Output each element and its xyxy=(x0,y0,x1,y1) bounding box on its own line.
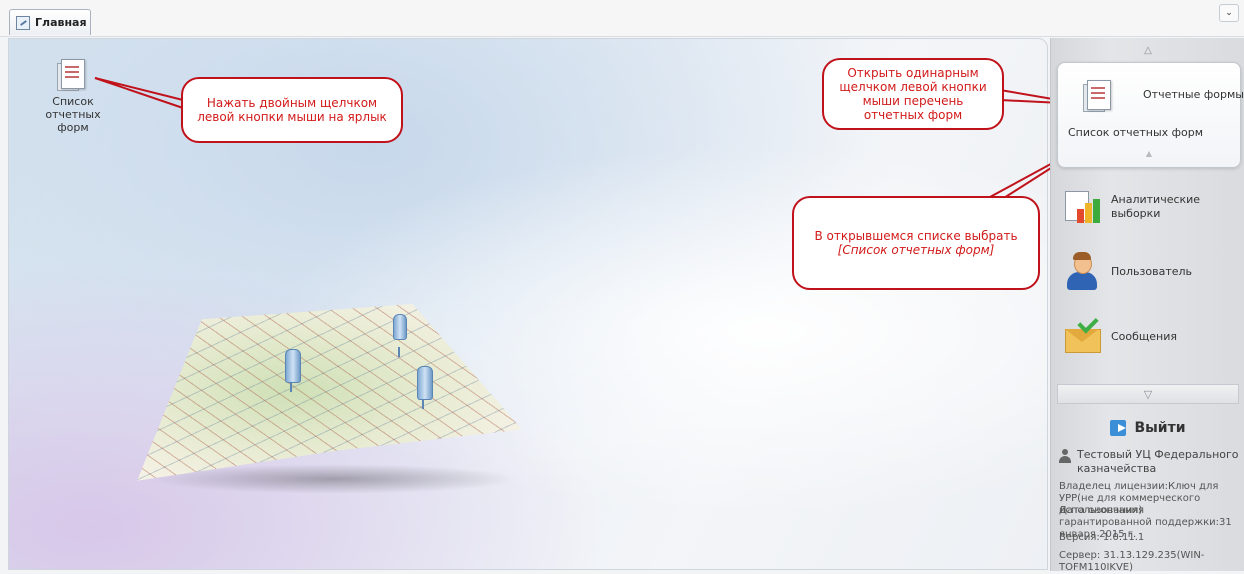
map-illustration xyxy=(129,304,534,514)
server-info: Сервер: 31.13.129.235(WIN-TOFM110IKVE) xyxy=(1059,550,1205,573)
chevron-down-icon: ▽ xyxy=(1143,387,1153,401)
right-nav-panel: △ Отчетные формы Список отчетных форм ▲ … xyxy=(1050,38,1244,573)
nav-item-analytics[interactable]: Аналитические выборки xyxy=(1063,181,1243,233)
callout-list-hint-line1: В открывшемся списке выбрать xyxy=(814,229,1018,243)
nav-item-report-forms[interactable]: Отчетные формы xyxy=(1064,69,1244,121)
collapse-button[interactable]: ⌄ xyxy=(1219,4,1239,22)
logout-icon xyxy=(1110,420,1127,436)
logout-button[interactable]: Выйти xyxy=(1051,420,1244,436)
home-tab-icon xyxy=(16,15,30,30)
callout-list-hint: В открывшемся списке выбрать [Список отч… xyxy=(792,196,1040,290)
analytics-chart-icon xyxy=(1063,187,1101,227)
desktop-shortcut-report-forms[interactable]: Список отчетных форм xyxy=(43,57,103,134)
nav-item-messages-label: Сообщения xyxy=(1111,330,1178,343)
current-user: Тестовый УЦ Федерального казначейства xyxy=(1059,448,1241,476)
tab-bar: Главная ⌄ xyxy=(0,0,1244,37)
callout-panel-hint-text: Открыть одинарным щелчком левой кнопки м… xyxy=(839,66,987,122)
tab-home[interactable]: Главная xyxy=(9,9,91,35)
callout-panel-hint: Открыть одинарным щелчком левой кнопки м… xyxy=(822,58,1004,130)
map-pin-icon xyxy=(393,314,407,357)
nav-item-user-label: Пользователь xyxy=(1111,265,1193,278)
desktop-shortcut-label: Список отчетных форм xyxy=(45,95,101,134)
scroll-up-icon[interactable]: △ xyxy=(1057,42,1239,58)
map-pin-icon xyxy=(417,366,433,409)
scroll-down-button[interactable]: ▽ xyxy=(1057,384,1239,404)
user-icon xyxy=(1063,252,1101,292)
callout-list-hint-line2: [Список отчетных форм] xyxy=(837,243,995,257)
callout-desktop-hint-text: Нажать двойным щелчком левой кнопки мыши… xyxy=(197,96,387,124)
report-forms-icon xyxy=(57,57,89,91)
nav-item-messages[interactable]: Сообщения xyxy=(1063,311,1243,363)
nav-item-report-forms-label: Отчетные формы xyxy=(1143,88,1244,101)
messages-envelope-icon xyxy=(1063,312,1101,357)
nav-item-analytics-label: Аналитические выборки xyxy=(1111,193,1201,220)
nav-subitem-report-forms-list[interactable]: Список отчетных форм xyxy=(1068,126,1203,139)
person-icon xyxy=(1059,449,1071,463)
version-info: Версия: 1.0.11.1 xyxy=(1059,532,1145,543)
callout-desktop-hint: Нажать двойным щелчком левой кнопки мыши… xyxy=(181,77,403,143)
current-user-name: Тестовый УЦ Федерального казначейства xyxy=(1077,448,1239,475)
nav-group-report-forms[interactable]: Отчетные формы Список отчетных форм ▲ xyxy=(1057,62,1244,168)
tab-home-label: Главная xyxy=(35,16,87,29)
logout-label: Выйти xyxy=(1134,420,1186,436)
nav-item-user[interactable]: Пользователь xyxy=(1063,246,1243,298)
collapse-up-icon[interactable]: ▲ xyxy=(1058,149,1240,158)
map-pin-icon xyxy=(285,349,301,392)
report-forms-icon xyxy=(1082,78,1115,112)
